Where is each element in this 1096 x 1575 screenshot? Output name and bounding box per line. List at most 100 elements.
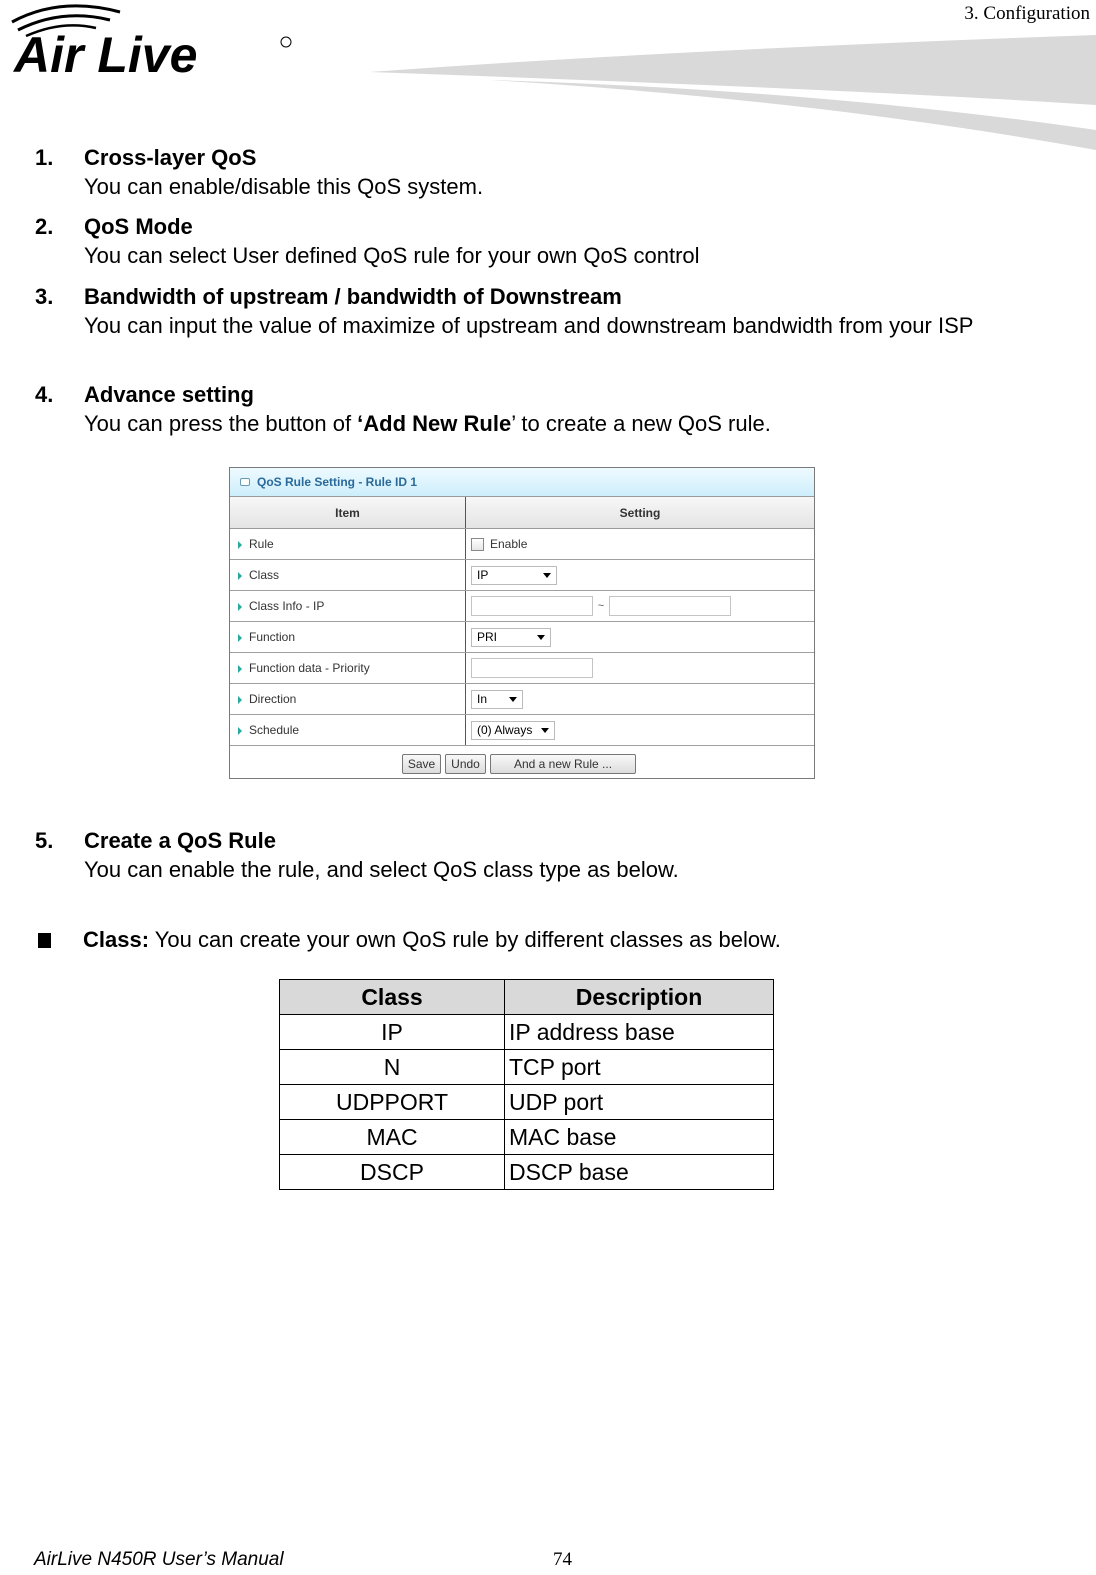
description-cell: IP address base: [504, 1014, 774, 1050]
row-value: (0) Always: [465, 714, 814, 746]
table-header-row: Item Setting: [230, 497, 814, 529]
footer-page-number: 74: [553, 1549, 572, 1570]
row-label-text: Direction: [249, 692, 297, 706]
description-cell: TCP port: [504, 1049, 774, 1085]
row-label: Rule: [230, 528, 466, 560]
bullet-text: You can create your own QoS rule by diff…: [149, 927, 781, 952]
panel-header: QoS Rule Setting - Rule ID 1: [230, 468, 814, 497]
schedule-select[interactable]: (0) Always: [471, 720, 555, 740]
section-title: Advance setting: [84, 382, 254, 407]
table-row: N TCP port: [279, 1049, 774, 1085]
column-header-class: Class: [279, 979, 505, 1015]
chevron-down-icon: [537, 634, 545, 640]
class-select[interactable]: IP: [471, 565, 557, 585]
row-label: Class Info - IP: [230, 590, 466, 622]
undo-button[interactable]: Undo: [445, 754, 486, 774]
chevron-down-icon: [509, 696, 517, 702]
save-button[interactable]: Save: [402, 754, 441, 774]
body-text: ’ to create a new QoS rule.: [511, 411, 771, 436]
row-value: [465, 652, 814, 684]
row-label-text: Class Info - IP: [249, 599, 325, 613]
arrow-right-icon: [238, 726, 242, 735]
row-label: Direction: [230, 683, 466, 715]
table-row-function-data: Function data - Priority: [230, 652, 814, 684]
bullet-label: Class:: [83, 927, 150, 952]
section-title: Bandwidth of upstream / bandwidth of Dow…: [84, 284, 622, 309]
class-info-to-input[interactable]: [609, 596, 731, 616]
class-select-value: IP: [477, 568, 489, 582]
section-body: You can input the value of maximize of u…: [84, 313, 974, 338]
column-header-item: Item: [230, 497, 466, 529]
section-body: You can enable the rule, and select QoS …: [84, 857, 679, 882]
table-row-direction: Direction In: [230, 683, 814, 715]
schedule-select-value: (0) Always: [477, 723, 533, 737]
table-row-function: Function PRI: [230, 621, 814, 653]
direction-select[interactable]: In: [471, 689, 523, 709]
table-row-rule: Rule Enable: [230, 528, 814, 560]
table-row: UDPPORT UDP port: [279, 1084, 774, 1120]
priority-input[interactable]: [471, 658, 593, 678]
section-title: Create a QoS Rule: [84, 828, 276, 853]
class-info-from-input[interactable]: [471, 596, 593, 616]
row-label: Class: [230, 559, 466, 591]
row-label-text: Schedule: [249, 723, 300, 737]
section-body: You can select User defined QoS rule for…: [84, 243, 700, 268]
row-value: IP: [465, 559, 814, 591]
enable-checkbox[interactable]: [471, 538, 484, 552]
body-text: You can press the button of: [84, 411, 358, 436]
column-header-setting: Setting: [465, 497, 814, 529]
description-cell: MAC base: [504, 1119, 774, 1155]
arrow-right-icon: [238, 664, 242, 673]
table-row: DSCP DSCP base: [279, 1154, 774, 1190]
class-bullet-item: Class: You can create your own QoS rule …: [38, 927, 781, 953]
button-row: Save Undo And a new Rule ...: [230, 746, 814, 782]
row-label: Function: [230, 621, 466, 653]
function-select-value: PRI: [477, 630, 498, 644]
section-number: 1.: [35, 145, 54, 170]
section-number: 2.: [35, 214, 54, 239]
section-title: QoS Mode: [84, 214, 193, 239]
chevron-down-icon: [543, 572, 551, 578]
qos-rule-setting-panel: QoS Rule Setting - Rule ID 1 Item Settin…: [229, 467, 815, 779]
table-row-class: Class IP: [230, 559, 814, 591]
row-value: In: [465, 683, 814, 715]
footer-manual-title: AirLive N450R User’s Manual: [34, 1549, 284, 1570]
section-title: Cross-layer QoS: [84, 145, 257, 170]
header-swoosh-decoration: [370, 20, 1096, 160]
description-cell: UDP port: [504, 1084, 774, 1120]
section-number: 5.: [35, 828, 54, 853]
body-emphasis: ‘Add New Rule: [357, 411, 512, 436]
enable-checkbox-label[interactable]: Enable: [490, 537, 527, 551]
class-cell: UDPPORT: [279, 1084, 505, 1120]
arrow-right-icon: [238, 540, 242, 549]
table-header-row: Class Description: [279, 979, 774, 1015]
arrow-right-icon: [238, 633, 242, 642]
arrow-right-icon: [238, 602, 242, 611]
class-cell: IP: [279, 1014, 505, 1050]
panel-header-icon: [240, 478, 250, 486]
row-label-text: Rule: [249, 537, 274, 551]
row-value: ~: [465, 590, 814, 622]
class-cell: MAC: [279, 1119, 505, 1155]
function-select[interactable]: PRI: [471, 627, 551, 647]
row-label-text: Class: [249, 568, 280, 582]
table-row-class-info: Class Info - IP ~: [230, 590, 814, 622]
section-body: You can enable/disable this QoS system.: [84, 174, 484, 199]
add-new-rule-button[interactable]: And a new Rule ...: [490, 754, 636, 774]
square-bullet-icon: [38, 933, 51, 948]
brand-text: Air Live: [12, 27, 197, 83]
section-number: 4.: [35, 382, 54, 407]
section-body: You can press the button of ‘Add New Rul…: [84, 409, 1021, 438]
table-row: MAC MAC base: [279, 1119, 774, 1155]
qos-rule-table: Item Setting Rule Enable Class IP Class …: [230, 497, 814, 746]
table-row-schedule: Schedule (0) Always: [230, 714, 814, 746]
column-header-description: Description: [504, 979, 774, 1015]
class-cell: N: [279, 1049, 505, 1085]
arrow-right-icon: [238, 695, 242, 704]
airlive-logo: Air Live: [10, 0, 300, 85]
arrow-right-icon: [238, 571, 242, 580]
row-label: Function data - Priority: [230, 652, 466, 684]
section-number: 3.: [35, 284, 54, 309]
row-label-text: Function data - Priority: [249, 661, 370, 675]
panel-title: QoS Rule Setting - Rule ID 1: [257, 475, 418, 489]
